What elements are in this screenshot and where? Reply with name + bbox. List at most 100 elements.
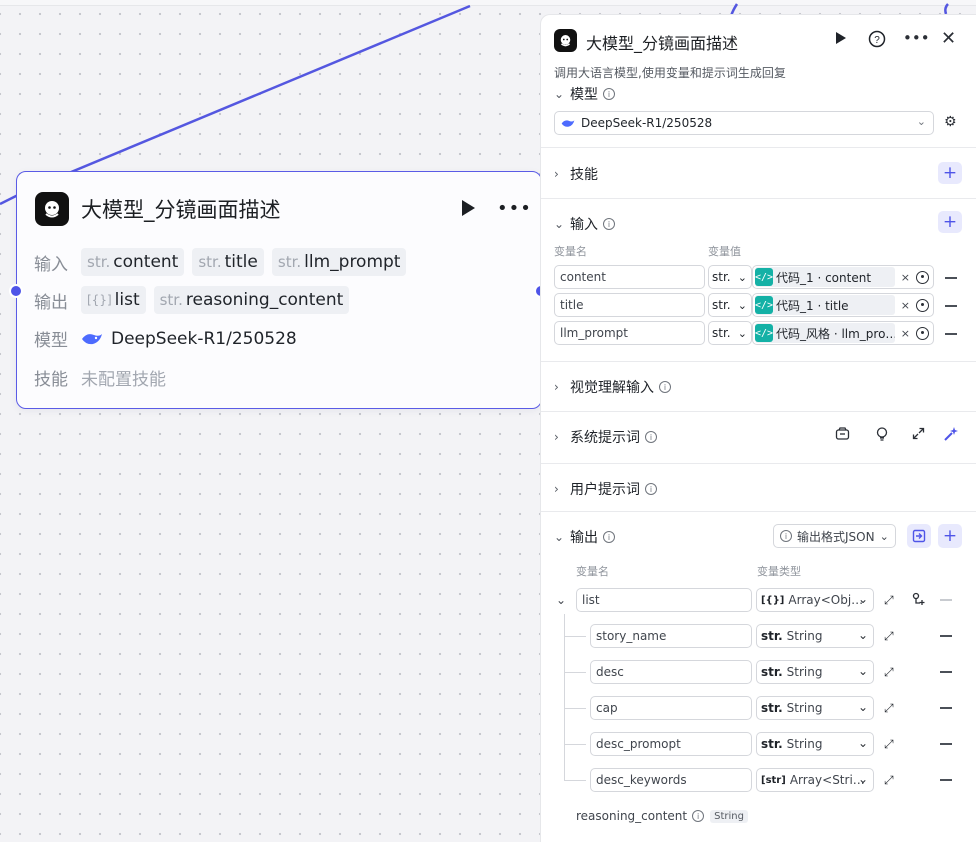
collapse-chevron-icon[interactable]: ⌄ [556, 593, 566, 607]
remove-output-button[interactable] [940, 779, 952, 781]
llm-icon [35, 192, 69, 226]
input-name-field[interactable]: title [554, 293, 705, 317]
output-name-field[interactable]: story_name [590, 624, 752, 648]
help-icon[interactable]: ? [868, 30, 886, 52]
gear-icon[interactable]: ⚙ [944, 114, 957, 130]
output-type-select[interactable]: str. String ⌄ [756, 732, 874, 756]
node-title: 大模型_分镜画面描述 [81, 198, 281, 222]
add-child-icon[interactable] [912, 592, 926, 609]
input-ref-select[interactable]: </> 代码_风格 · llm_pro… × [752, 321, 934, 345]
divider [541, 361, 976, 362]
expand-icon[interactable]: ⤢ [884, 629, 894, 644]
chevron-right-icon: › [554, 380, 559, 394]
clear-icon[interactable]: × [901, 327, 910, 340]
input-ref-select[interactable]: </> 代码_1 · content × [752, 265, 934, 289]
target-icon[interactable] [916, 298, 929, 312]
add-input-button[interactable]: + [938, 211, 962, 233]
skill-section-header[interactable]: › 技能 [554, 164, 598, 184]
tree-line [564, 614, 565, 780]
remove-output-button[interactable] [940, 743, 952, 745]
output-type-select[interactable]: str. String ⌄ [756, 624, 874, 648]
remove-output-button[interactable] [940, 707, 952, 709]
more-icon[interactable]: ••• [903, 29, 930, 47]
input-section-header[interactable]: ⌄ 输入 i [554, 214, 615, 234]
target-icon[interactable] [916, 326, 929, 340]
input-name-field[interactable]: llm_prompt [554, 321, 705, 345]
model-section-header[interactable]: ⌄ 模型 i [554, 84, 615, 104]
expand-icon[interactable] [912, 427, 925, 444]
user-prompt-section-header[interactable]: › 用户提示词 i [554, 479, 657, 499]
info-icon: i [780, 530, 792, 542]
node-output-chip: [{}] list [81, 286, 146, 314]
remove-input-button[interactable] [945, 333, 957, 335]
clear-icon[interactable]: × [901, 271, 910, 284]
expand-icon[interactable]: ⤢ [884, 737, 894, 752]
input-ref-select[interactable]: </> 代码_1 · title × [752, 293, 934, 317]
add-skill-button[interactable]: + [938, 162, 962, 184]
node-skill-value: 未配置技能 [81, 370, 166, 390]
more-icon[interactable]: ••• [497, 198, 532, 219]
system-prompt-section-header[interactable]: › 系统提示词 i [554, 427, 657, 447]
input-type-select[interactable]: str. ⌄ [708, 321, 752, 345]
info-icon: i [603, 88, 615, 100]
node-input-chip: str. title [192, 248, 264, 276]
output-name-field[interactable]: list [576, 588, 752, 612]
output-col-name-header: 变量名 [576, 565, 609, 578]
add-output-button[interactable]: + [938, 524, 962, 548]
remove-output-button[interactable] [940, 635, 952, 637]
output-format-select[interactable]: i 输出格式JSON ⌄ [773, 524, 896, 548]
expand-icon[interactable]: ⤢ [884, 701, 894, 716]
output-name-field[interactable]: desc [590, 660, 752, 684]
node-header: 大模型_分镜画面描述 [35, 190, 281, 228]
info-icon: i [645, 483, 657, 495]
input-col-name-header: 变量名 [554, 245, 587, 258]
output-name-field[interactable]: desc_promopt [590, 732, 752, 756]
reasoning-content-row: reasoning_content i String [576, 809, 748, 823]
expand-icon[interactable]: ⤢ [884, 593, 894, 608]
remove-input-button[interactable] [945, 305, 957, 307]
llm-node-card[interactable]: 大模型_分镜画面描述 ••• 输入 str. content str. title … [16, 171, 542, 409]
input-port[interactable] [9, 284, 23, 298]
target-icon[interactable] [916, 270, 929, 284]
expand-icon[interactable]: ⤢ [884, 665, 894, 680]
output-type-select[interactable]: [str] Array<Stri… ⌄ [756, 768, 874, 792]
output-type-select[interactable]: str. String ⌄ [756, 660, 874, 684]
output-type-select[interactable]: str. String ⌄ [756, 696, 874, 720]
chevron-right-icon: › [554, 430, 559, 444]
info-icon: i [692, 810, 705, 822]
node-input-label: 输入 [34, 254, 68, 275]
chevron-down-icon: ⌄ [916, 115, 926, 128]
divider [541, 198, 976, 199]
prompt-library-icon[interactable] [835, 427, 850, 445]
output-name-field[interactable]: cap [590, 696, 752, 720]
lightbulb-icon[interactable] [876, 427, 888, 445]
output-name-field[interactable]: desc_keywords [590, 768, 752, 792]
close-icon[interactable]: ✕ [941, 28, 956, 49]
expand-icon[interactable]: ⤢ [884, 773, 894, 788]
input-type-select[interactable]: str. ⌄ [708, 265, 752, 289]
output-section-header[interactable]: ⌄ 输出 i [554, 527, 615, 547]
remove-output-button[interactable] [940, 599, 952, 601]
clear-icon[interactable]: × [901, 299, 910, 312]
node-input-chip: str. llm_prompt [271, 248, 407, 276]
remove-output-button[interactable] [940, 671, 952, 673]
info-icon: i [645, 431, 657, 443]
tree-branch [564, 636, 586, 637]
run-icon[interactable] [460, 199, 476, 221]
ai-optimize-icon[interactable] [943, 426, 959, 446]
visual-input-section-header[interactable]: › 视觉理解输入 i [554, 377, 671, 397]
input-type-select[interactable]: str. ⌄ [708, 293, 752, 317]
output-type-select[interactable]: [{}] Array<Obj… ⌄ [756, 588, 874, 612]
info-icon: i [603, 531, 615, 543]
run-icon[interactable] [835, 31, 847, 49]
import-output-button[interactable] [907, 524, 931, 548]
input-name-field[interactable]: content [554, 265, 705, 289]
svg-text:?: ? [874, 35, 880, 46]
remove-input-button[interactable] [945, 277, 957, 279]
node-skill-label: 技能 [34, 370, 68, 390]
divider [541, 147, 976, 148]
model-select[interactable]: DeepSeek-R1/250528 ⌄ [554, 111, 934, 135]
chevron-right-icon: › [554, 167, 559, 181]
node-config-panel: 大模型_分镜画面描述 ? ••• ✕ 调用大语言模型,使用变量和提示词生成回复 … [540, 14, 976, 842]
chevron-down-icon: ⌄ [554, 530, 565, 544]
